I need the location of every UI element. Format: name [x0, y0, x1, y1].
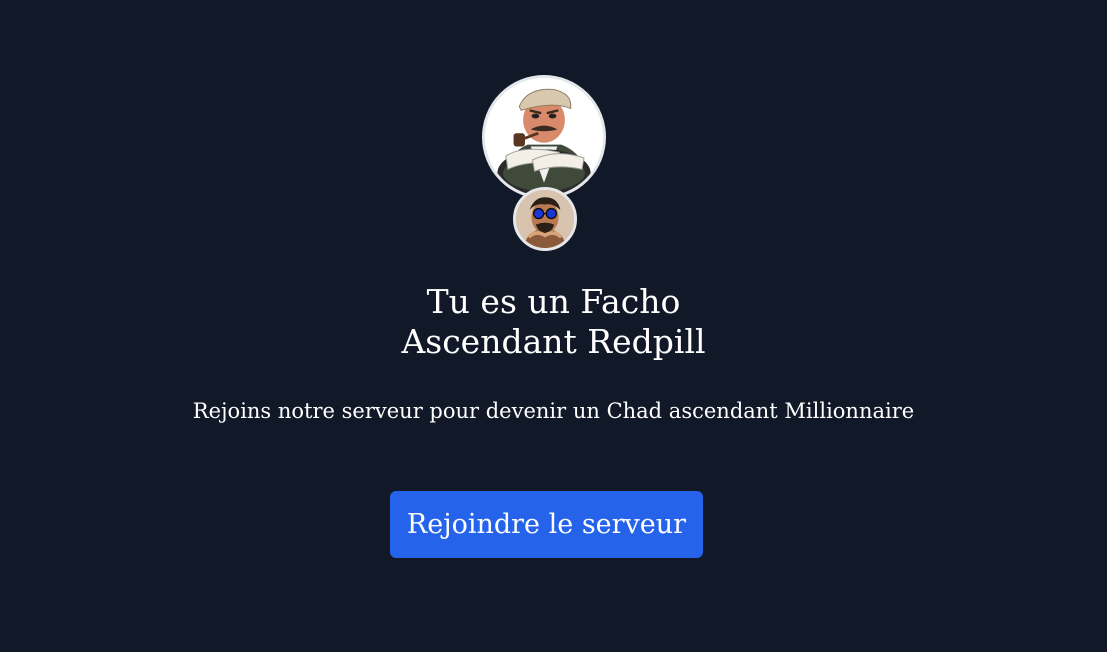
invite-title: Tu es un Facho Ascendant Redpill — [0, 282, 1107, 362]
join-server-button[interactable]: Rejoindre le serveur — [390, 491, 703, 558]
title-line-2: Ascendant Redpill — [401, 322, 706, 361]
server-avatar — [482, 75, 606, 199]
pipe-smoking-man-avatar-icon — [485, 78, 603, 196]
invite-page: Tu es un Facho Ascendant Redpill Rejoins… — [0, 0, 1107, 652]
owner-avatar — [513, 187, 577, 251]
sunglasses-man-avatar-icon — [516, 190, 574, 248]
invite-description: Rejoins notre serveur pour devenir un Ch… — [192, 399, 915, 423]
title-line-1: Tu es un Facho — [426, 282, 681, 321]
